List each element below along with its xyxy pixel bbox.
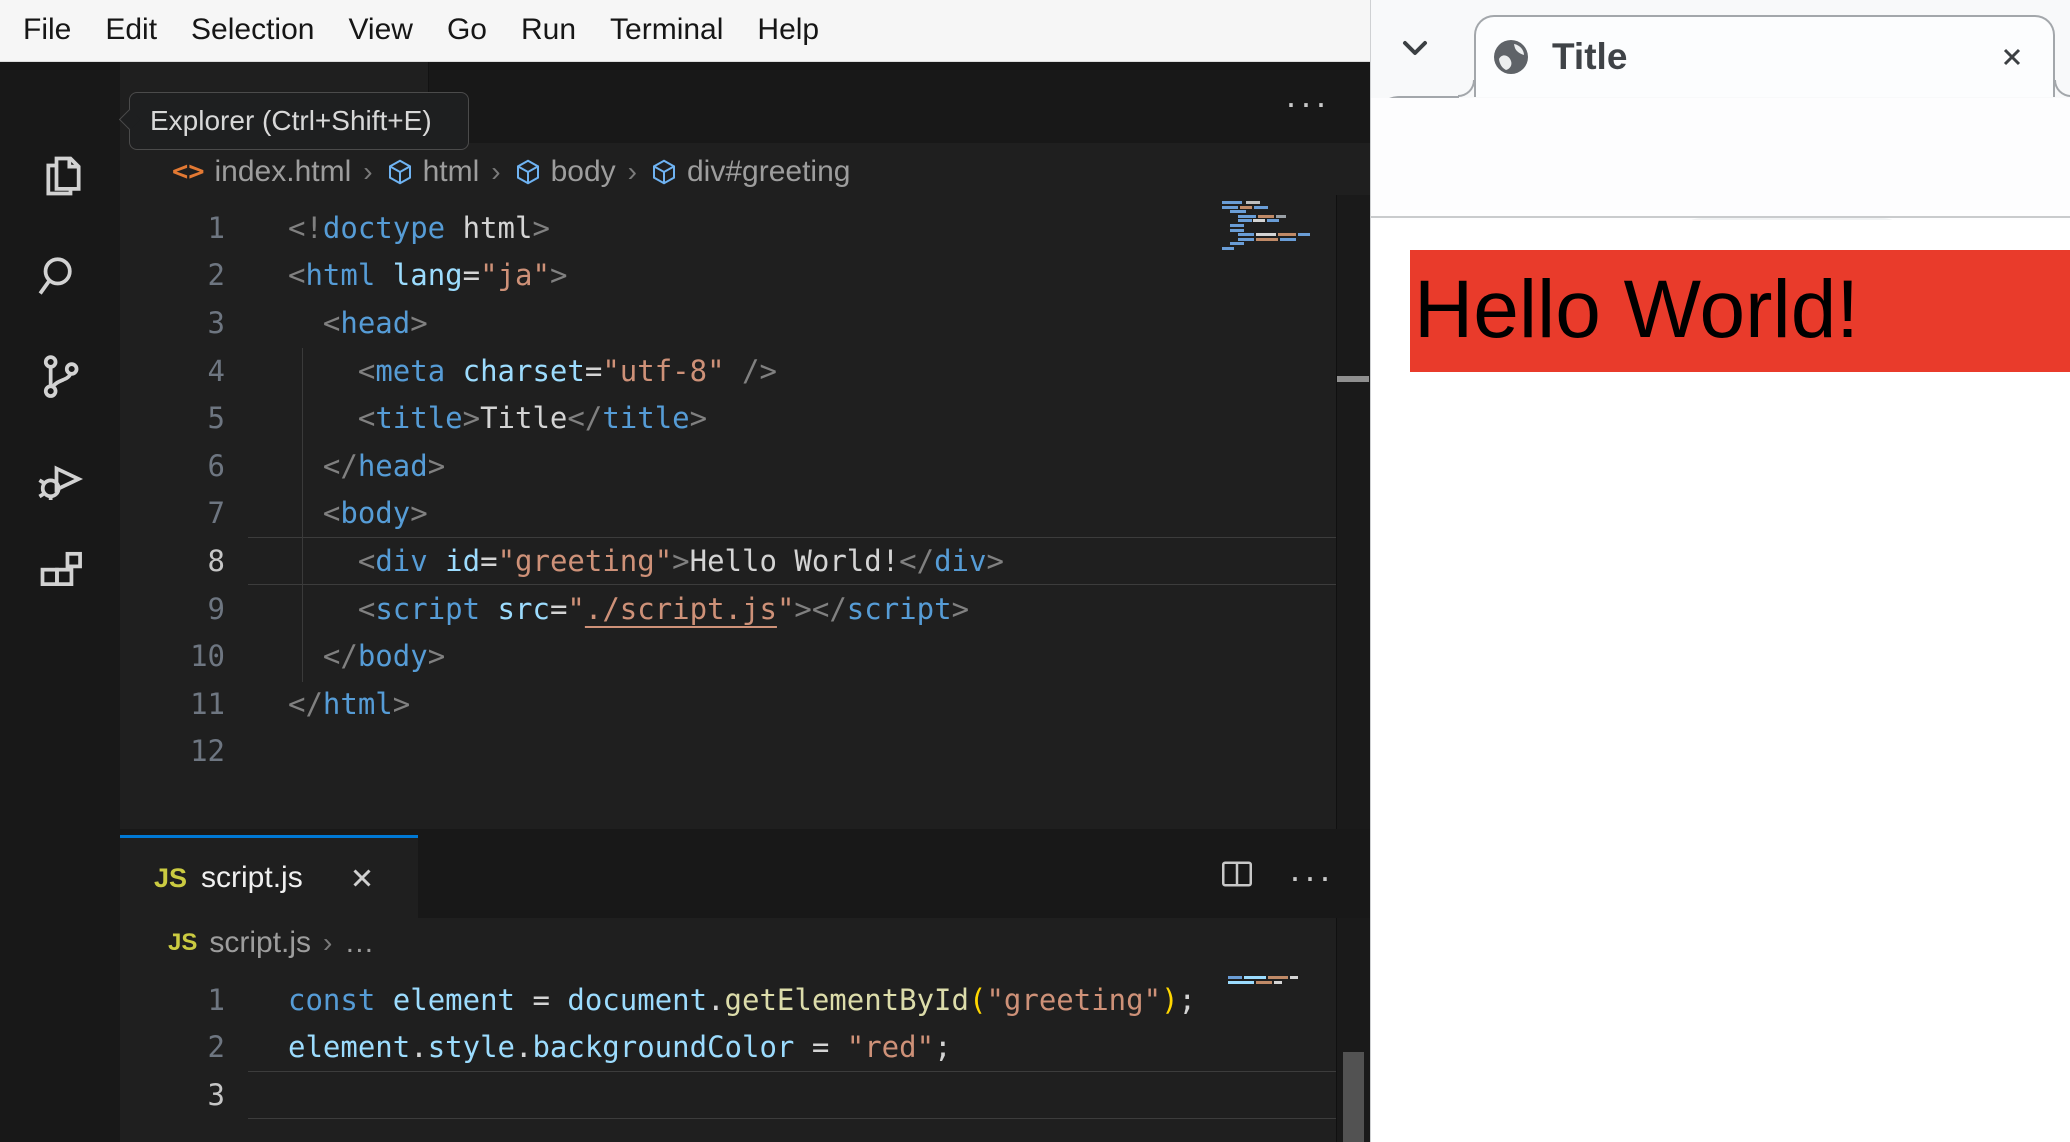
browser-viewport: Hello World! xyxy=(1371,220,2070,1142)
line-number[interactable]: 1 xyxy=(120,983,225,1017)
overview-ruler-mark xyxy=(1337,376,1369,382)
search-icon[interactable] xyxy=(32,248,88,304)
line-number[interactable]: 2 xyxy=(120,1030,225,1064)
indent-guide xyxy=(302,348,303,682)
extensions-icon[interactable] xyxy=(32,544,88,600)
breadcrumb-file[interactable]: index.html xyxy=(215,155,352,189)
menu-item-terminal[interactable]: Terminal xyxy=(593,0,740,62)
chevron-right-icon: › xyxy=(627,155,637,187)
chevron-right-icon: › xyxy=(323,927,333,958)
globe-favicon xyxy=(1492,38,1530,76)
tab-script-js[interactable]: JS script.js xyxy=(120,835,418,918)
code-text: <meta charset="utf-8" /> xyxy=(357,353,777,388)
close-tab-icon[interactable] xyxy=(1996,41,2028,73)
line-number[interactable]: 12 xyxy=(120,734,225,768)
line-number[interactable]: 5 xyxy=(120,401,225,435)
line-number[interactable]: 11 xyxy=(120,687,225,721)
chevron-right-icon: › xyxy=(491,155,501,187)
scrollbar-thumb[interactable] xyxy=(1343,1052,1364,1142)
browser-window: Title Hello World! xyxy=(1370,0,2070,1142)
menu-bar: File Edit Selection View Go Run Terminal Help xyxy=(0,0,1370,62)
tab-label: script.js xyxy=(201,861,303,894)
panel-breadcrumb-file[interactable]: script.js xyxy=(209,926,311,960)
code-text: <script src="./script.js"></script> xyxy=(357,591,970,626)
code-line[interactable]: 1 <!doctype html> xyxy=(120,204,1336,252)
code-text: </head> xyxy=(322,448,446,483)
code-line[interactable]: 2 <html lang="ja"> xyxy=(120,252,1336,300)
code-line[interactable]: 1 const element = document.getElementById… xyxy=(120,976,1336,1024)
current-line-highlight xyxy=(248,1071,1336,1119)
browser-tab-title: Title xyxy=(1552,36,1628,77)
tab-curve-left xyxy=(1458,80,1475,97)
line-number[interactable]: 3 xyxy=(120,306,225,340)
scrollbar-gutter[interactable] xyxy=(1336,195,1370,1142)
code-text: <!doctype html> xyxy=(288,210,550,245)
activity-bar xyxy=(0,62,120,1142)
line-number[interactable]: 3 xyxy=(120,1078,225,1112)
breadcrumb-html[interactable]: html xyxy=(423,155,480,189)
symbol-cube-icon xyxy=(649,157,679,187)
line-number[interactable]: 10 xyxy=(120,639,225,673)
code-text: <title>Title</title> xyxy=(357,401,708,436)
line-number[interactable]: 6 xyxy=(120,449,225,483)
browser-tab-strip: Title xyxy=(1371,0,2070,154)
line-number[interactable]: 8 xyxy=(120,544,225,578)
editor-more-actions[interactable]: ··· xyxy=(1285,62,1330,143)
code-line[interactable]: 3 xyxy=(120,1071,1336,1119)
line-number[interactable]: 1 xyxy=(120,211,225,245)
breadcrumb: <> index.html › html › body › div#greeti… xyxy=(120,143,1336,200)
code-text: </html> xyxy=(288,686,411,721)
code-text: <head> xyxy=(322,305,428,340)
code-text: <html lang="ja"> xyxy=(288,258,568,293)
js-file-icon: JS xyxy=(168,929,198,956)
code-line[interactable]: 12 xyxy=(120,728,1336,776)
code-text: element.style.backgroundColor = "red"; xyxy=(288,1030,952,1065)
vscode-window: File Edit Selection View Go Run Terminal Help ·… xyxy=(0,0,1370,1142)
menu-item-edit[interactable]: Edit xyxy=(88,0,174,62)
menu-item-run[interactable]: Run xyxy=(504,0,593,62)
greeting-heading: Hello World! xyxy=(1410,250,2070,372)
line-number[interactable]: 7 xyxy=(120,496,225,530)
current-line-highlight xyxy=(248,537,1336,585)
html-file-icon: <> xyxy=(172,156,205,187)
js-file-icon: JS xyxy=(154,862,188,893)
tab-curve-right xyxy=(2054,80,2070,97)
menu-item-view[interactable]: View xyxy=(331,0,429,62)
explorer-tooltip: Explorer (Ctrl+Shift+E) xyxy=(129,92,469,150)
panel-breadcrumb-tail[interactable]: … xyxy=(344,926,374,960)
close-tab-icon[interactable] xyxy=(347,863,377,893)
menu-item-go[interactable]: Go xyxy=(430,0,504,62)
js-editor[interactable]: 1 const element = document.getElementById… xyxy=(120,968,1336,1119)
line-number[interactable]: 4 xyxy=(120,354,225,388)
breadcrumb-body[interactable]: body xyxy=(551,155,616,189)
panel-breadcrumb: JS script.js › … xyxy=(120,918,1220,968)
tab-search-chevron-icon[interactable] xyxy=(1399,36,1431,60)
code-text: <body> xyxy=(322,496,428,531)
split-editor-icon[interactable] xyxy=(1219,859,1255,894)
line-number[interactable]: 2 xyxy=(120,258,225,292)
code-text: const element = document.getElementById(… xyxy=(288,982,1196,1017)
chevron-right-icon: › xyxy=(363,155,373,187)
menu-item-help[interactable]: Help xyxy=(740,0,836,62)
code-line[interactable]: 2 element.style.backgroundColor = "red"; xyxy=(120,1024,1336,1072)
symbol-cube-icon xyxy=(385,157,415,187)
line-number[interactable]: 9 xyxy=(120,592,225,626)
breadcrumb-div-greeting[interactable]: div#greeting xyxy=(687,155,850,189)
code-line[interactable]: 3 <head> xyxy=(120,299,1336,347)
explorer-icon[interactable] xyxy=(32,148,88,204)
screen: File Edit Selection View Go Run Terminal Help ·… xyxy=(0,0,2070,1142)
menu-item-file[interactable]: File xyxy=(6,0,88,62)
menu-item-selection[interactable]: Selection xyxy=(174,0,331,62)
source-control-icon[interactable] xyxy=(32,348,88,404)
symbol-cube-icon xyxy=(513,157,543,187)
panel-tab-bar: JS script.js ··· xyxy=(120,835,1370,918)
browser-tab[interactable]: Title xyxy=(1474,15,2055,97)
code-text: </body> xyxy=(322,639,446,674)
run-debug-icon[interactable] xyxy=(32,451,88,507)
panel-more-actions[interactable]: ··· xyxy=(1289,856,1334,898)
code-line[interactable]: 11 </html> xyxy=(120,680,1336,728)
browser-toolbar: /home/u xyxy=(1371,98,2070,286)
